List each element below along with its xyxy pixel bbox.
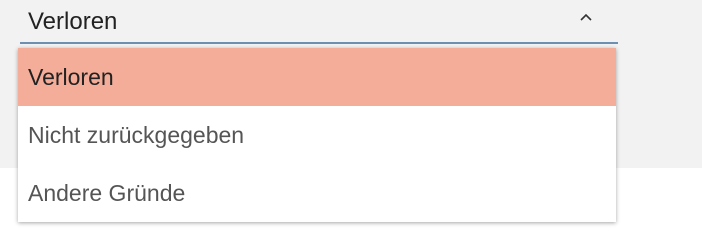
select-current-value: Verloren (28, 8, 118, 35)
reason-select[interactable]: Verloren (20, 0, 618, 44)
option-verloren[interactable]: Verloren (18, 48, 616, 106)
option-andere-gruende[interactable]: Andere Gründe (18, 164, 616, 222)
chevron-up-icon[interactable] (578, 12, 594, 24)
option-nicht-zurueckgegeben[interactable]: Nicht zurückgegeben (18, 106, 616, 164)
dropdown-list: Verloren Nicht zurückgegeben Andere Grün… (18, 48, 616, 222)
